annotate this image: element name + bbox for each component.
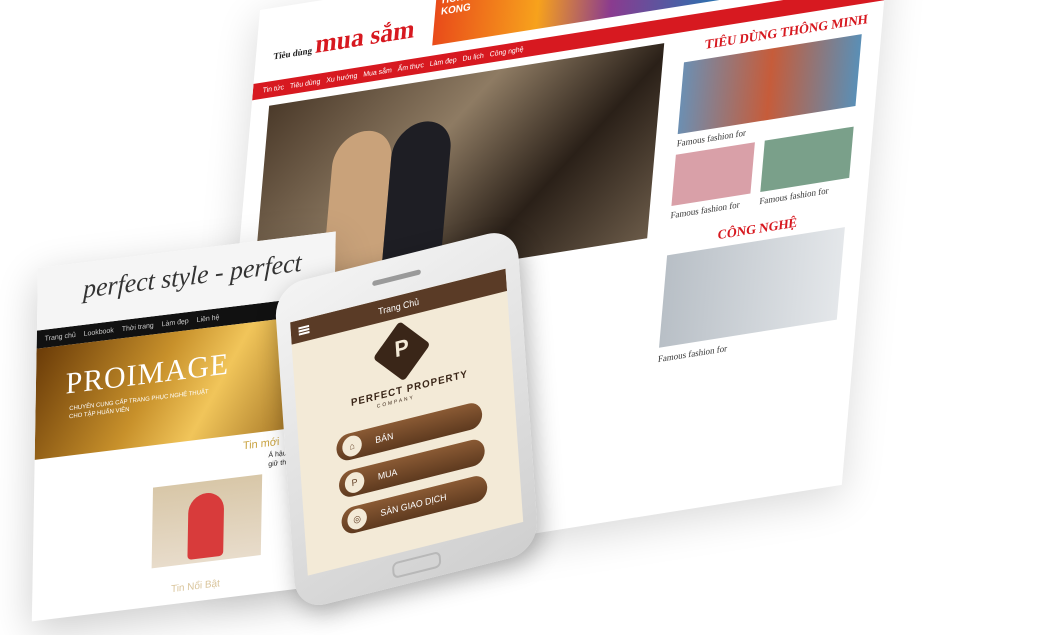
nav-item[interactable]: Mua sắm	[363, 67, 392, 79]
ad-banner-text: HONG KONG	[440, 0, 472, 18]
nav-item[interactable]: Du lịch	[462, 52, 484, 63]
featured-heading: Tin Nổi Bật	[170, 578, 220, 596]
nav-item[interactable]: Làm đẹp	[429, 56, 457, 67]
sell-label: BÁN	[374, 430, 394, 446]
home-button[interactable]	[391, 550, 442, 580]
menu-icon[interactable]	[298, 324, 310, 336]
article-thumbnail[interactable]	[671, 142, 755, 207]
nav-item[interactable]: Công nghệ	[489, 46, 523, 59]
phone-body: Trang Chủ PERFECT PROPERTY COMPANY ⌂ BÁN…	[273, 226, 540, 612]
nav-item[interactable]: Làm đẹp	[162, 317, 189, 327]
phone-screen: Trang Chủ PERFECT PROPERTY COMPANY ⌂ BÁN…	[290, 268, 524, 576]
article-thumbnail[interactable]	[659, 227, 845, 348]
nav-item[interactable]: Trang chủ	[45, 331, 76, 342]
property-logo-icon	[372, 321, 431, 382]
nav-item[interactable]: Lookbook	[84, 327, 114, 338]
smartphone-mockup: Trang Chủ PERFECT PROPERTY COMPANY ⌂ BÁN…	[273, 224, 550, 631]
nav-item[interactable]: Tin tức	[262, 84, 284, 95]
nav-item[interactable]: Liên hệ	[197, 314, 220, 324]
sell-icon: ⌂	[341, 433, 363, 459]
news-logo[interactable]: Tiêu dùngmua sắm	[273, 14, 416, 67]
buy-label: MUA	[377, 466, 398, 482]
buy-icon: P	[344, 469, 366, 496]
exchange-icon: ◎	[346, 506, 368, 532]
news-card-image[interactable]	[151, 474, 263, 569]
nav-item[interactable]: Xu hướng	[326, 72, 358, 84]
model-figure	[187, 490, 225, 560]
nav-item[interactable]: Ẩm thực	[397, 61, 424, 72]
site-tagline: perfect style - perfect	[82, 247, 302, 304]
nav-item[interactable]: Thời trang	[122, 322, 154, 333]
nav-item[interactable]: Tiêu dùng	[290, 78, 321, 90]
exchange-label: SÀN GIAO DỊCH	[380, 491, 447, 519]
app-title: Trang Chủ	[377, 296, 420, 317]
speaker-grille	[372, 269, 421, 287]
news-sidebar: TIÊU DÙNG THÔNG MINH Famous fashion for …	[638, 10, 873, 472]
brand-name: PERFECT PROPERTY	[350, 368, 469, 410]
showcase-stage: Tiêu dùngmua sắm HONG KONG Tin tức Tiêu …	[0, 0, 1041, 635]
article-thumbnail[interactable]	[760, 126, 854, 192]
